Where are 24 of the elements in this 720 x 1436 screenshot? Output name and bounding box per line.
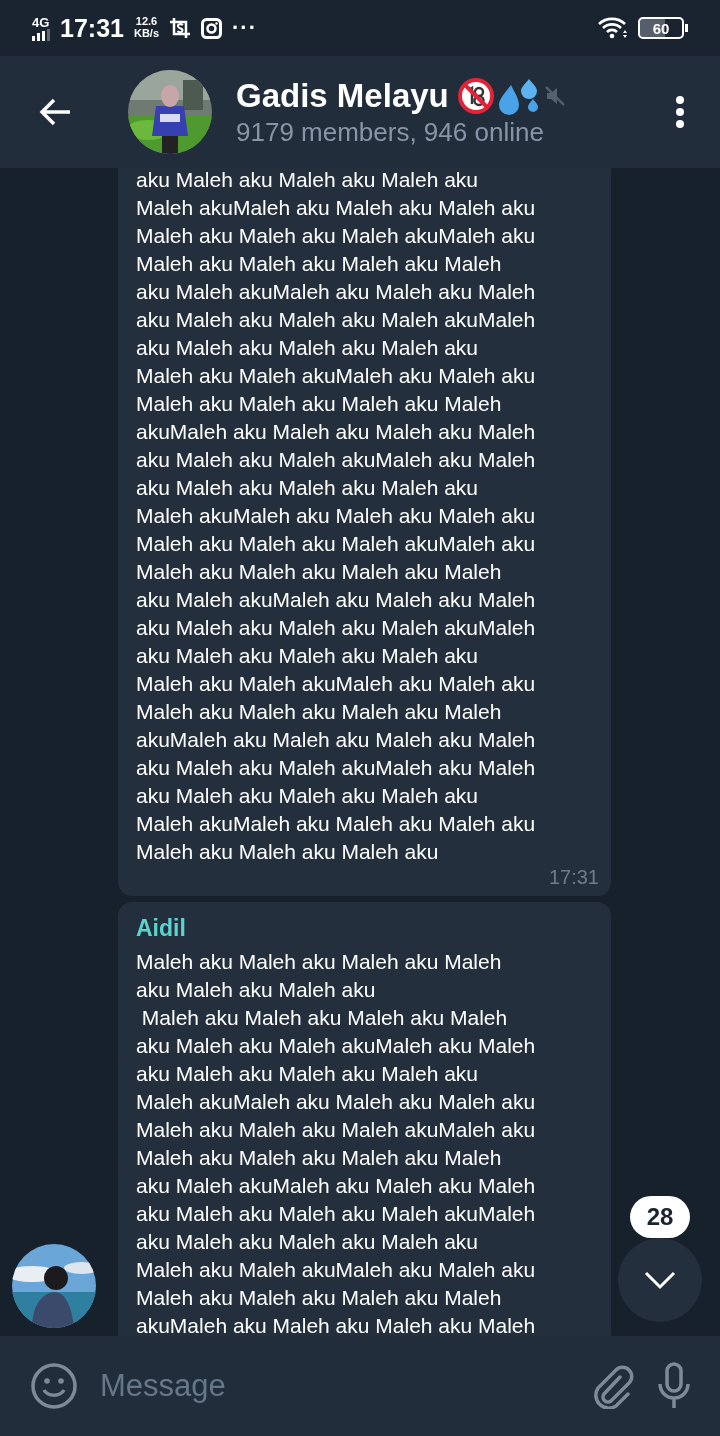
speed-value: 12.6 xyxy=(135,16,158,28)
signal-icon xyxy=(32,28,50,41)
member-count: 9179 members, 946 online xyxy=(236,116,545,148)
camera-app-icon xyxy=(201,17,222,39)
menu-icon xyxy=(675,95,685,129)
wifi-icon xyxy=(598,17,628,39)
emoji-button[interactable] xyxy=(30,1362,78,1410)
smiley-icon xyxy=(30,1362,78,1410)
clock: 17:31 xyxy=(60,13,124,43)
sender-name: Aidil xyxy=(136,914,187,942)
more-notifications: ··· xyxy=(232,15,257,41)
back-arrow-icon xyxy=(38,97,72,127)
message-text: aku Maleh aku Maleh aku Maleh aku Maleh akuMaleh aku Maleh aku Maleh aku Maleh aku Maleh aku Maleh akuMaleh aku Maleh aku Maleh aku Maleh aku Maleh aku Maleh akuMaleh aku Maleh aku Maleh aku Maleh aku Maleh aku Maleh akuMaleh aku Maleh aku Maleh aku Maleh aku Maleh aku Maleh akuMaleh aku Maleh aku Maleh aku Maleh aku Maleh aku Maleh akuMaleh aku Maleh aku Maleh aku Maleh aku Maleh aku Maleh akuMaleh aku Maleh aku Maleh aku Maleh aku Maleh aku Maleh akuMaleh aku Maleh aku Maleh aku Maleh aku Maleh aku Maleh akuMaleh aku Maleh aku Maleh aku Maleh aku Maleh aku Maleh akuMaleh aku Maleh aku Maleh aku Maleh aku Maleh aku Maleh akuMaleh aku Maleh aku Maleh aku Maleh aku Maleh aku Maleh akuMaleh aku Maleh aku Maleh aku Maleh aku Maleh aku Maleh akuMaleh aku Maleh aku Maleh aku Maleh aku Maleh aku Maleh akuMaleh aku Maleh aku Maleh aku Maleh aku Maleh aku Maleh akuMaleh aku Maleh aku Maleh aku Maleh aku Maleh aku Maleh aku xyxy=(136,168,536,865)
network-type: 4G xyxy=(32,15,50,29)
no-under-18-icon xyxy=(456,76,495,115)
microphone-icon xyxy=(656,1362,692,1410)
screenshot-icon xyxy=(169,17,191,39)
chevron-down-icon xyxy=(643,1270,677,1290)
microphone-button[interactable] xyxy=(656,1362,692,1410)
message-text: Maleh aku Maleh aku Maleh aku Maleh aku Maleh aku Maleh aku Maleh aku Maleh aku Maleh aku Maleh aku Maleh aku Maleh akuMaleh aku Maleh aku Maleh aku Maleh aku Maleh aku Maleh akuMaleh aku Maleh aku Maleh aku Maleh aku Maleh aku Maleh akuMaleh aku Maleh aku Maleh aku Maleh aku Maleh aku Maleh akuMaleh aku Maleh aku Maleh aku Maleh aku Maleh aku Maleh akuMaleh aku Maleh aku Maleh aku Maleh aku Maleh aku Maleh akuMaleh aku Maleh aku Maleh aku Maleh aku Maleh aku Maleh akuMaleh aku Maleh aku Maleh aku Maleh xyxy=(136,949,536,1336)
message-time: 17:31 xyxy=(548,866,599,888)
speed-unit: KB/s xyxy=(133,28,159,40)
group-title: Gadis Melayu xyxy=(236,76,449,115)
unread-badge: 28 xyxy=(630,1196,690,1238)
